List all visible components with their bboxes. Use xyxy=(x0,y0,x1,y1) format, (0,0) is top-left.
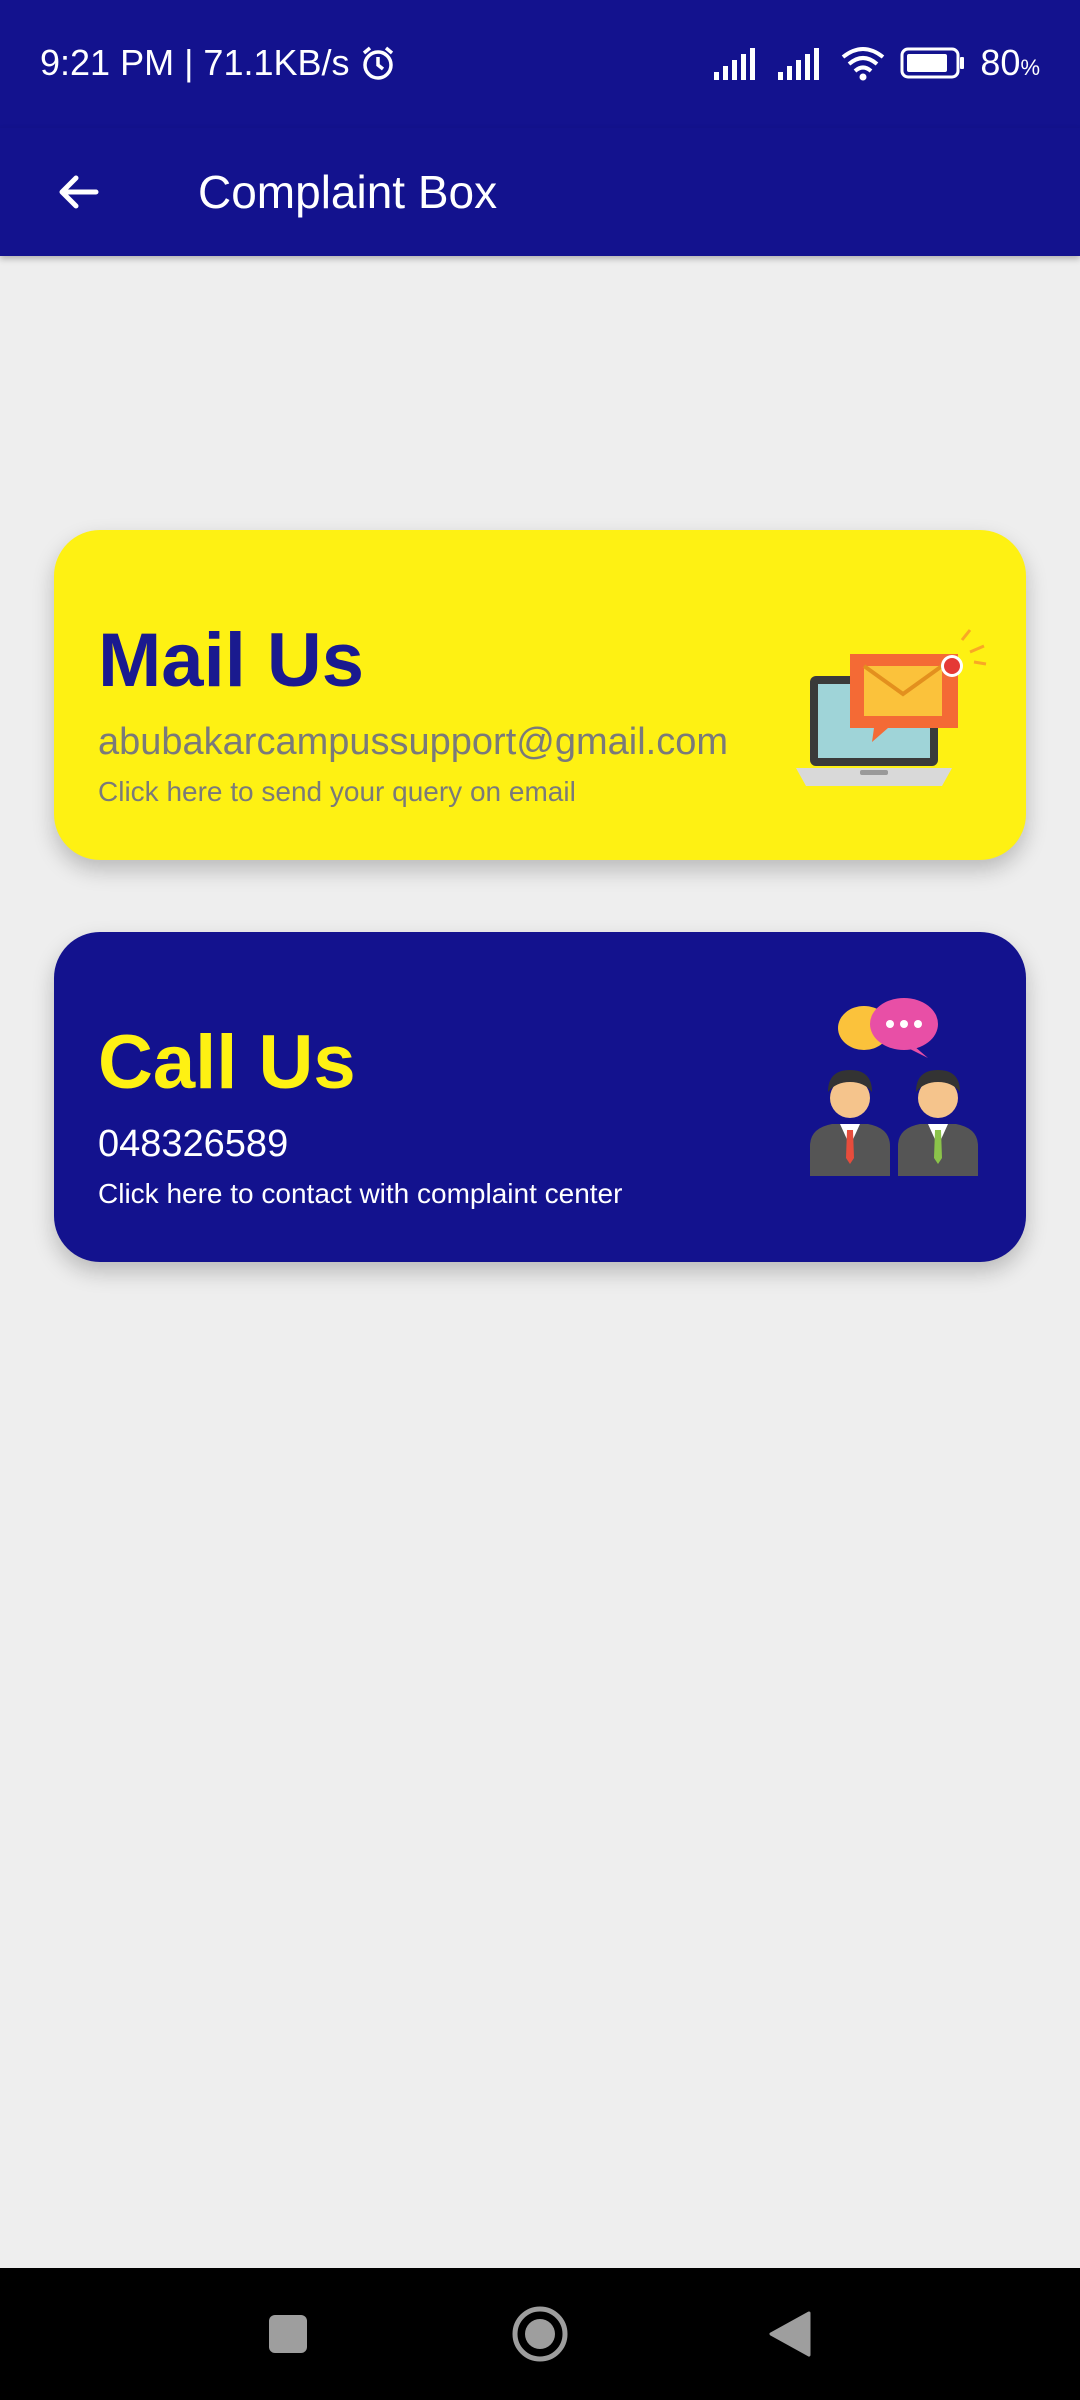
triangle-back-icon xyxy=(769,2311,811,2357)
laptop-mail-icon xyxy=(796,629,987,786)
system-back-button[interactable] xyxy=(752,2296,828,2372)
arrow-left-icon xyxy=(59,175,99,209)
mail-us-title: Mail Us xyxy=(98,618,365,703)
people-chat-icon xyxy=(810,998,978,1176)
signal-icon xyxy=(714,48,756,80)
wifi-icon xyxy=(842,47,885,81)
home-button[interactable] xyxy=(502,2296,578,2372)
signal-icon xyxy=(778,48,820,80)
app-bar: Complaint Box xyxy=(0,128,1080,256)
back-button[interactable] xyxy=(40,154,116,230)
mail-us-description: Click here to send your query on email xyxy=(98,776,576,807)
battery-icon xyxy=(900,47,965,79)
system-nav-bar xyxy=(0,2268,1080,2400)
status-time: 9:21 PM | 71.1KB/s xyxy=(40,42,350,83)
call-us-title: Call Us xyxy=(98,1020,356,1105)
battery-level: 80 xyxy=(980,42,1021,83)
battery-unit: % xyxy=(1020,55,1040,80)
square-icon xyxy=(269,2315,307,2353)
contact-phone: 048326589 xyxy=(98,1123,289,1165)
page-title: Complaint Box xyxy=(198,166,498,218)
status-bar: 9:21 PM | 71.1KB/s 80% xyxy=(0,0,1080,128)
recents-button[interactable] xyxy=(250,2296,326,2372)
circle-icon xyxy=(512,2306,568,2362)
support-email: abubakarcampussupport@gmail.com xyxy=(98,721,728,763)
call-us-card[interactable]: Call Us 048326589 Click here to contact … xyxy=(54,932,1026,1262)
alarm-icon xyxy=(362,46,393,80)
mail-us-card[interactable]: Mail Us abubakarcampussupport@gmail.com … xyxy=(54,530,1026,860)
call-us-description: Click here to contact with complaint cen… xyxy=(98,1178,623,1209)
